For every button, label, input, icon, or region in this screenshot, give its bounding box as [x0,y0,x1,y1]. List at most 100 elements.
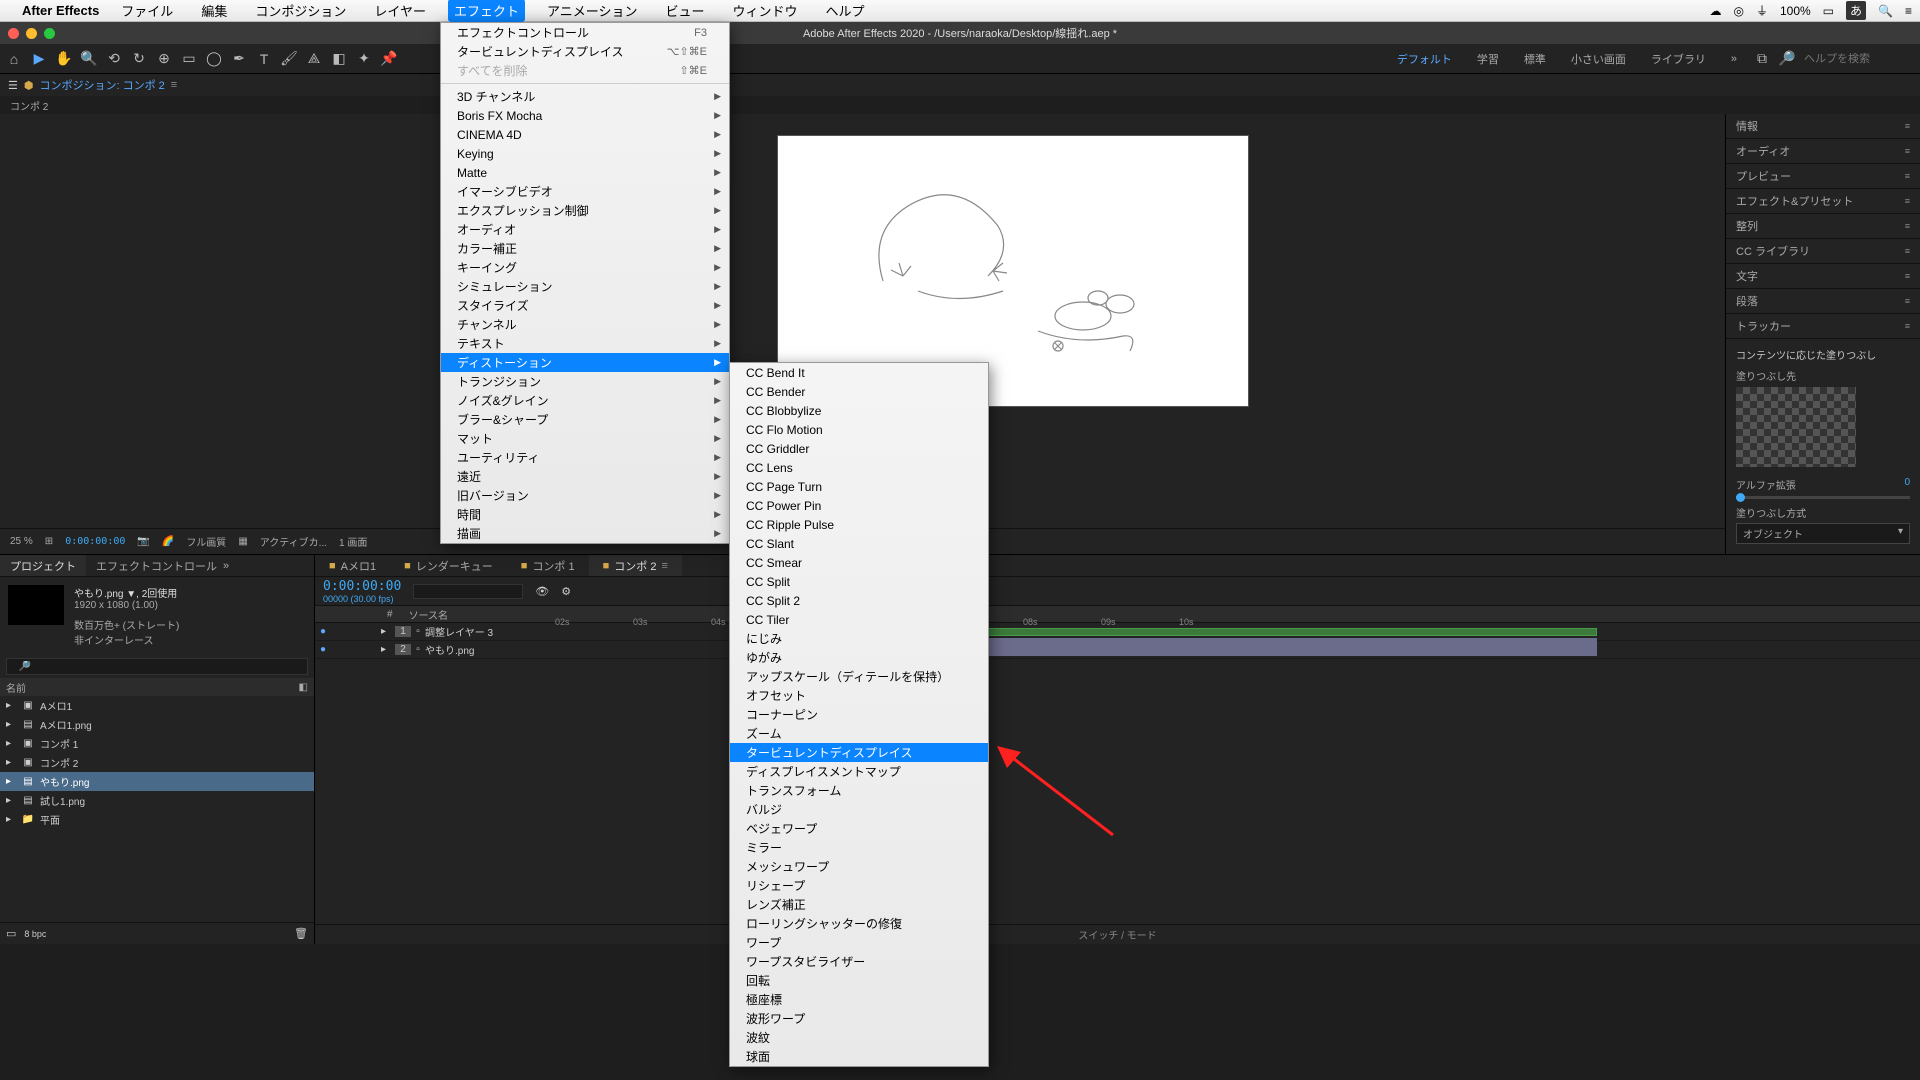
timeline-tab[interactable]: ■Aメロ1 [315,555,390,576]
distortion-item[interactable]: CC Griddler [730,439,988,458]
eraser-tool-icon[interactable]: ◧ [331,51,347,67]
menu-composition[interactable]: コンポジション [249,0,352,22]
effect-menu-item[interactable]: シミュレーション▶ [441,277,729,296]
menu-extra-icon[interactable]: ≡ [1905,4,1912,18]
workspace-learn[interactable]: 学習 [1469,51,1507,67]
right-panel-文字[interactable]: 文字≡ [1726,264,1920,289]
bpc-button[interactable]: 8 bpc [24,929,46,939]
effect-menu-item[interactable]: ディストーション▶ [441,353,729,372]
spotlight-icon[interactable]: 🔍 [1878,4,1893,18]
tl-source-col[interactable]: ソース名 [409,607,449,622]
distortion-item[interactable]: CC Flo Motion [730,420,988,439]
effect-menu-item[interactable]: Matte▶ [441,163,729,182]
distortion-item[interactable]: CC Slant [730,534,988,553]
menu-window[interactable]: ウィンドウ [726,0,803,22]
app-name[interactable]: After Effects [22,3,99,18]
quality-dropdown[interactable]: フル画質 [186,534,226,549]
effect-menu-item[interactable]: 3D チャンネル▶ [441,87,729,106]
clone-tool-icon[interactable]: ⟁ [306,51,322,67]
comment-col-icon[interactable]: ◧ [299,682,308,693]
project-item[interactable]: ▸▤試し1.png [0,791,314,810]
effect-menu-item[interactable]: チャンネル▶ [441,315,729,334]
home-icon[interactable]: ⌂ [6,51,22,67]
effect-menu-item[interactable]: 描画▶ [441,524,729,543]
active-camera[interactable]: アクティブカ... [260,534,327,549]
project-item[interactable]: ▸📁平面 [0,810,314,829]
distortion-item[interactable]: リシェープ [730,876,988,895]
trash-icon[interactable]: 🗑 [294,927,308,940]
workspace-standard[interactable]: 標準 [1516,51,1554,67]
effect-menu-item[interactable]: Boris FX Mocha▶ [441,106,729,125]
timeline-tab[interactable]: ■レンダーキュー [390,555,507,576]
project-col-name[interactable]: 名前 [6,680,26,695]
comp-subtab[interactable]: コンポ 2 [0,96,1920,114]
right-panel-情報[interactable]: 情報≡ [1726,114,1920,139]
menu-view[interactable]: ビュー [659,0,710,22]
distortion-item[interactable]: 極座標 [730,990,988,1009]
rect-tool-icon[interactable]: ▭ [181,51,197,67]
interpret-icon[interactable]: ▭ [6,927,16,940]
right-panel-オーディオ[interactable]: オーディオ≡ [1726,139,1920,164]
distortion-item[interactable]: ベジェワープ [730,819,988,838]
project-item[interactable]: ▸▤やもり.png [0,772,314,791]
effect-menu-item[interactable]: ブラー&シャープ▶ [441,410,729,429]
right-panel-CC ライブラリ[interactable]: CC ライブラリ≡ [1726,239,1920,264]
pen-tool-icon[interactable]: ✒ [231,51,247,67]
effect-menu-item[interactable]: スタイライズ▶ [441,296,729,315]
effect-controls-tab[interactable]: エフェクトコントロール » [86,555,239,576]
distortion-item[interactable]: ズーム [730,724,988,743]
distortion-item[interactable]: 波紋 [730,1028,988,1047]
distortion-item[interactable]: ワープスタビライザー [730,952,988,971]
effect-menu-item[interactable]: CINEMA 4D▶ [441,125,729,144]
right-panel-エフェクト&プリセット[interactable]: エフェクト&プリセット≡ [1726,189,1920,214]
effect-menu-item[interactable]: ノイズ&グレイン▶ [441,391,729,410]
snapshot-icon[interactable]: 📷 [137,536,149,547]
distortion-item[interactable]: 回転 [730,971,988,990]
effect-menu-item[interactable]: 時間▶ [441,505,729,524]
menu-file[interactable]: ファイル [115,0,179,22]
menu-effect[interactable]: エフェクト [448,0,525,22]
effect-menu-item[interactable]: オーディオ▶ [441,220,729,239]
view-layout[interactable]: 1 画面 [339,534,367,549]
anchor-tool-icon[interactable]: ⊕ [156,51,172,67]
preview-time[interactable]: 0:00:00:00 [65,536,125,547]
distortion-item[interactable]: 波形ワープ [730,1009,988,1028]
right-panel-整列[interactable]: 整列≡ [1726,214,1920,239]
effect-menu-item[interactable]: トランジション▶ [441,372,729,391]
hand-tool-icon[interactable]: ✋ [56,51,72,67]
panel-toggle-icon[interactable]: ⧉ [1754,51,1770,67]
distortion-item[interactable]: CC Split [730,572,988,591]
caf-target-swatch[interactable] [1736,387,1856,467]
traffic-lights[interactable] [8,28,55,39]
distortion-item[interactable]: トランスフォーム [730,781,988,800]
help-search-input[interactable] [1804,53,1914,65]
roto-tool-icon[interactable]: ✦ [356,51,372,67]
workspace-more-icon[interactable]: » [1723,53,1745,65]
distortion-item[interactable]: ミラー [730,838,988,857]
project-item[interactable]: ▸▣Aメロ1 [0,696,314,715]
distortion-item[interactable]: 球面 [730,1047,988,1066]
zoom-dropdown[interactable]: 25 % [10,536,33,547]
timeline-tab[interactable]: ■コンポ 1 [507,555,589,576]
project-tab[interactable]: プロジェクト [0,555,86,576]
effect-menu-item[interactable]: テキスト▶ [441,334,729,353]
composition-tab-label[interactable]: コンポジション: コンポ 2 [39,77,164,93]
timeline-search-input[interactable] [413,584,523,599]
search-icon[interactable]: 🔎 [1779,51,1795,67]
project-item[interactable]: ▸▣コンポ 1 [0,734,314,753]
ime-indicator[interactable]: あ [1846,1,1866,20]
selection-tool-icon[interactable]: ▶ [31,51,47,67]
caf-method-dropdown[interactable]: オブジェクト▾ [1736,523,1910,544]
effect-menu-item[interactable]: ユーティリティ▶ [441,448,729,467]
distortion-item[interactable]: オフセット [730,686,988,705]
workspace-library[interactable]: ライブラリ [1643,51,1714,67]
project-item[interactable]: ▸▣コンポ 2 [0,753,314,772]
brush-tool-icon[interactable]: 🖌 [281,51,297,67]
distortion-item[interactable]: CC Blobbylize [730,401,988,420]
effect-menu-item[interactable]: キーイング▶ [441,258,729,277]
distortion-item[interactable]: メッシュワープ [730,857,988,876]
distortion-item[interactable]: CC Power Pin [730,496,988,515]
ellipse-tool-icon[interactable]: ◯ [206,51,222,67]
effect-menu-item[interactable]: 旧バージョン▶ [441,486,729,505]
tl-shy-icon[interactable]: 👁 [535,585,549,598]
